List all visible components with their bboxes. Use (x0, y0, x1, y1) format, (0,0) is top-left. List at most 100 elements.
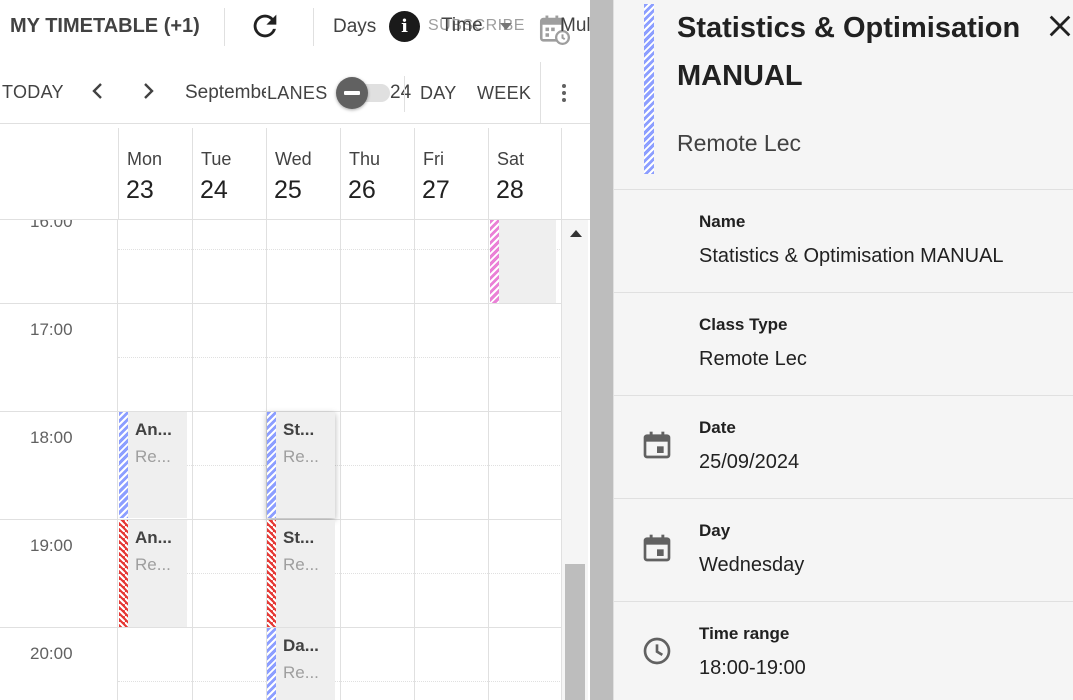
event-title: St... (283, 528, 315, 547)
event-block-sat[interactable] (490, 220, 556, 303)
day-name: Fri (423, 149, 444, 169)
time-label: 16:00 (30, 220, 73, 231)
day-number: 23 (126, 176, 154, 204)
event-color-stripe (644, 4, 654, 174)
event-block-wed-2000[interactable]: Da... Re... (267, 628, 335, 700)
day-header-sat[interactable]: Sat 28 (488, 128, 562, 220)
half-hour-line (118, 357, 562, 358)
navigation-bar: TODAY September LANES 24 DAY WEEK (0, 62, 590, 124)
detail-label: Time range (699, 624, 790, 643)
detail-label: Class Type (699, 315, 788, 334)
close-icon[interactable] (1046, 12, 1073, 40)
column-line (340, 220, 341, 700)
scroll-thumb[interactable] (565, 564, 585, 700)
lanes-toggle[interactable] (336, 77, 368, 109)
toolbar-divider (224, 8, 225, 46)
day-number: 27 (422, 176, 450, 204)
event-color-stripe (490, 220, 499, 303)
nav-divider (540, 62, 541, 124)
week-view-button[interactable]: WEEK (477, 83, 531, 104)
event-color-stripe (267, 412, 276, 518)
days-button[interactable]: Days (333, 16, 376, 38)
time-label: 17:00 (30, 320, 73, 339)
day-header-wed[interactable]: Wed 25 (266, 128, 340, 220)
timetable-title: MY TIMETABLE (+1) (10, 15, 200, 37)
event-subtitle: Re... (135, 447, 171, 466)
day-number: 24 (200, 176, 228, 204)
week-grid: 16:00 17:00 18:00 19:00 20:00 An... Re..… (0, 220, 562, 700)
detail-value: Statistics & Optimisation MANUAL (699, 245, 1004, 267)
detail-value: Wednesday (699, 554, 805, 576)
timetable-app: MY TIMETABLE (+1) Days i SUBSCRIBE Time (0, 0, 1073, 700)
event-block-mon-1800[interactable]: An... Re... (119, 412, 187, 518)
detail-value: 25/09/2024 (699, 451, 800, 473)
day-header-thu[interactable]: Thu 26 (340, 128, 414, 220)
clock-icon (643, 637, 671, 665)
time-label: 20:00 (30, 644, 73, 663)
multi-label[interactable]: Mul (560, 15, 590, 37)
day-name: Thu (349, 149, 381, 169)
grid-scrollbar[interactable] (562, 220, 588, 700)
event-block-mon-1900[interactable]: An... Re... (119, 520, 187, 627)
event-block-wed-1900[interactable]: St... Re... (267, 520, 335, 627)
event-detail-title: Statistics & Optimisation MANUAL (677, 12, 1021, 92)
event-color-stripe (119, 412, 128, 518)
pane-divider[interactable] (590, 0, 613, 700)
event-subtitle: Re... (135, 555, 171, 574)
event-subtitle: Re... (283, 447, 319, 466)
hour-line (0, 303, 562, 304)
column-line (117, 220, 118, 700)
half-hour-line (118, 681, 562, 682)
chevron-right-icon[interactable] (136, 79, 160, 103)
event-detail-panel: Statistics & Optimisation MANUAL Remote … (613, 0, 1073, 700)
event-subtitle: Re... (283, 555, 319, 574)
detail-row-date: Date 25/09/2024 (614, 395, 1073, 498)
detail-value: Remote Lec (699, 348, 807, 370)
day-view-button[interactable]: DAY (420, 83, 457, 104)
calendar-icon (643, 431, 671, 459)
scroll-up-arrow-icon[interactable] (570, 230, 582, 237)
event-color-stripe (267, 628, 276, 700)
column-line (192, 220, 193, 700)
day-name: Tue (201, 149, 232, 169)
detail-row-day: Day Wednesday (614, 498, 1073, 601)
detail-row-time-range: Time range 18:00-19:00 (614, 601, 1073, 700)
event-detail-subtitle: Remote Lec (677, 130, 802, 156)
today-button[interactable]: TODAY (2, 82, 64, 103)
day-name: Wed (275, 149, 312, 169)
day-header-mon[interactable]: Mon 23 (118, 128, 192, 220)
day-header-tue[interactable]: Tue 24 (192, 128, 266, 220)
time-dropdown[interactable]: Time (441, 15, 483, 37)
year-label: 24 (390, 82, 412, 103)
time-label: 18:00 (30, 428, 73, 447)
time-label: 19:00 (30, 536, 73, 555)
event-color-stripe (267, 520, 276, 627)
day-name: Mon (127, 149, 163, 169)
detail-value: 18:00-19:00 (699, 657, 806, 679)
event-subtitle: Re... (283, 663, 319, 682)
month-label: September (185, 82, 266, 103)
day-number: 28 (496, 176, 524, 204)
nav-divider (404, 76, 405, 112)
calendar-icon (643, 534, 671, 562)
chevron-left-icon[interactable] (86, 79, 110, 103)
detail-label: Date (699, 418, 736, 437)
caret-down-icon[interactable] (500, 23, 512, 30)
day-name: Sat (497, 149, 525, 169)
event-block-wed-1800[interactable]: St... Re... (267, 412, 335, 518)
day-header-row: Mon 23 Tue 24 Wed 25 Thu 26 Fri 27 Sat 2… (0, 128, 590, 220)
top-toolbar: MY TIMETABLE (+1) Days i SUBSCRIBE Time (0, 0, 590, 56)
lanes-label: LANES (267, 83, 328, 103)
refresh-icon[interactable] (248, 9, 282, 43)
event-title: An... (135, 420, 172, 439)
detail-row-name: Name Statistics & Optimisation MANUAL (614, 189, 1073, 292)
event-title: Da... (283, 636, 319, 655)
day-header-fri[interactable]: Fri 27 (414, 128, 488, 220)
toolbar-divider (313, 8, 314, 46)
more-vert-icon[interactable] (555, 81, 573, 105)
day-number: 25 (274, 176, 302, 204)
info-icon[interactable]: i (389, 11, 420, 42)
column-line (488, 220, 489, 700)
detail-row-class-type: Class Type Remote Lec (614, 292, 1073, 395)
detail-label: Day (699, 521, 731, 540)
